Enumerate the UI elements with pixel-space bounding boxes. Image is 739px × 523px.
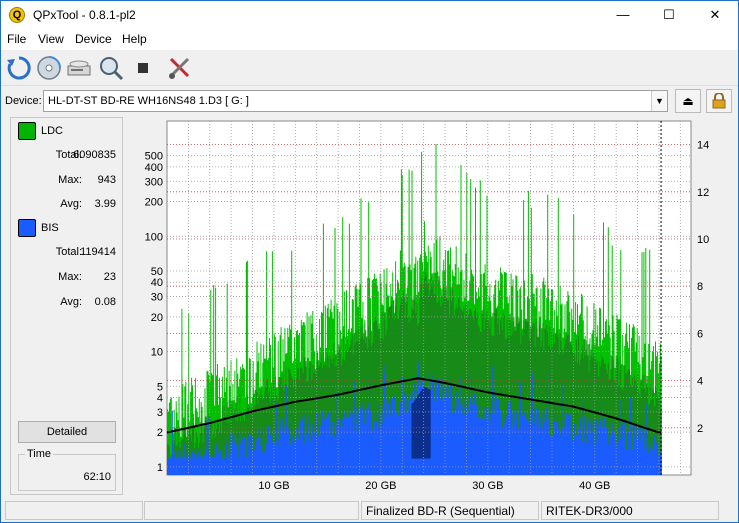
left-tick-label-9: 50 bbox=[151, 266, 163, 278]
bis-total-value: 119414 bbox=[80, 246, 116, 258]
device-label: Device: bbox=[5, 95, 42, 107]
minimize-button[interactable]: — bbox=[600, 1, 646, 29]
left-tick-label-0: 1 bbox=[157, 462, 163, 474]
title-bar[interactable]: Q QPxTool - 0.8.1-pl2 — ☐ ✕ bbox=[1, 1, 738, 29]
ldc-legend-swatch bbox=[18, 122, 36, 140]
x-tick-label-1: 20 GB bbox=[365, 480, 396, 492]
window-title: QPxTool - 0.8.1-pl2 bbox=[33, 8, 136, 22]
x-tick-label-3: 40 GB bbox=[579, 480, 610, 492]
lock-icon bbox=[712, 92, 726, 109]
stats-panel: LDC Total: 6090835 Max: 943 Avg: 3.99 BI… bbox=[10, 117, 123, 495]
chevron-down-icon[interactable]: ▼ bbox=[651, 91, 667, 111]
toolbar bbox=[1, 50, 738, 86]
ldc-bis-chart: 1234510203040501002003004005002468101214… bbox=[145, 120, 709, 492]
left-tick-label-8: 40 bbox=[151, 277, 163, 289]
main-window: Q QPxTool - 0.8.1-pl2 — ☐ ✕ File View De… bbox=[0, 0, 739, 523]
stop-icon[interactable] bbox=[129, 54, 157, 82]
right-tick-label-0: 2 bbox=[697, 423, 703, 435]
ldc-total-value: 6090835 bbox=[73, 149, 116, 161]
scan-chart: 1 2 3 4 5 10 20 30 40 50 100 200 300 400 500 2 4 6 8 10 12 14… bbox=[127, 117, 719, 495]
status-cell-2 bbox=[144, 501, 359, 520]
refresh-icon[interactable] bbox=[5, 54, 33, 82]
status-bar: Finalized BD-R (Sequential) RITEK-DR3/00… bbox=[1, 499, 738, 522]
bis-max-label: Max: bbox=[58, 271, 82, 283]
disc-info-icon[interactable] bbox=[35, 54, 63, 82]
bis-total-label: Total: bbox=[55, 246, 82, 258]
eject-button[interactable]: ⏏ bbox=[675, 89, 701, 113]
bis-baseline-band bbox=[167, 458, 662, 475]
left-tick-label-1: 2 bbox=[157, 427, 163, 439]
time-value: 62:10 bbox=[83, 471, 111, 483]
device-select[interactable]: HL-DT-ST BD-RE WH16NS48 1.D3 [ G: ] ▼ bbox=[43, 90, 668, 112]
left-tick-label-6: 20 bbox=[151, 312, 163, 324]
ldc-avg-label: Avg: bbox=[60, 198, 82, 210]
maximize-button[interactable]: ☐ bbox=[646, 1, 692, 29]
right-tick-label-6: 14 bbox=[697, 140, 709, 152]
disc-type-status: Finalized BD-R (Sequential) bbox=[361, 501, 539, 520]
menu-device[interactable]: Device bbox=[75, 32, 112, 46]
left-tick-label-14: 500 bbox=[145, 151, 163, 163]
left-tick-label-13: 400 bbox=[145, 162, 163, 174]
left-tick-label-3: 4 bbox=[157, 392, 163, 404]
right-tick-label-2: 6 bbox=[697, 328, 703, 340]
menu-help[interactable]: Help bbox=[122, 32, 147, 46]
right-tick-label-4: 10 bbox=[697, 234, 709, 246]
bis-avg-value: 0.08 bbox=[94, 296, 116, 308]
bis-legend-swatch bbox=[18, 219, 36, 237]
device-bar: Device: HL-DT-ST BD-RE WH16NS48 1.D3 [ G… bbox=[1, 87, 738, 115]
ldc-avg-value: 3.99 bbox=[94, 198, 116, 210]
drive-icon[interactable] bbox=[65, 54, 93, 82]
menu-file[interactable]: File bbox=[7, 32, 26, 46]
ldc-label: LDC bbox=[41, 125, 64, 137]
status-cell-1 bbox=[5, 501, 143, 520]
left-tick-label-5: 10 bbox=[151, 347, 163, 359]
right-tick-label-1: 4 bbox=[697, 376, 703, 388]
device-selected-value: HL-DT-ST BD-RE WH16NS48 1.D3 [ G: ] bbox=[48, 95, 249, 107]
bis-avg-label: Avg: bbox=[60, 296, 82, 308]
right-tick-label-3: 8 bbox=[697, 281, 703, 293]
scan-icon[interactable] bbox=[97, 54, 125, 82]
left-tick-label-12: 300 bbox=[145, 176, 163, 188]
qpxtool-app-icon: Q bbox=[9, 7, 25, 23]
x-tick-label-2: 30 GB bbox=[472, 480, 503, 492]
lock-button[interactable] bbox=[706, 89, 732, 113]
ldc-max-label: Max: bbox=[58, 174, 82, 186]
menu-bar: File View Device Help bbox=[1, 29, 738, 50]
ldc-max-value: 943 bbox=[97, 174, 116, 186]
menu-view[interactable]: View bbox=[38, 32, 64, 46]
detailed-button[interactable]: Detailed bbox=[18, 421, 116, 443]
left-tick-label-10: 100 bbox=[145, 231, 163, 243]
bis-label: BIS bbox=[41, 222, 59, 234]
media-id-status: RITEK-DR3/000 bbox=[541, 501, 719, 520]
left-tick-label-4: 5 bbox=[157, 381, 163, 393]
close-button[interactable]: ✕ bbox=[692, 1, 738, 29]
left-tick-label-2: 3 bbox=[157, 407, 163, 419]
bis-max-value: 23 bbox=[103, 271, 116, 283]
time-box: Time 62:10 bbox=[18, 448, 116, 491]
time-label: Time bbox=[25, 448, 54, 460]
x-tick-label-0: 10 GB bbox=[258, 480, 289, 492]
tools-icon[interactable] bbox=[166, 54, 194, 82]
left-tick-label-7: 30 bbox=[151, 292, 163, 304]
right-tick-label-5: 12 bbox=[697, 187, 709, 199]
left-tick-label-11: 200 bbox=[145, 197, 163, 209]
